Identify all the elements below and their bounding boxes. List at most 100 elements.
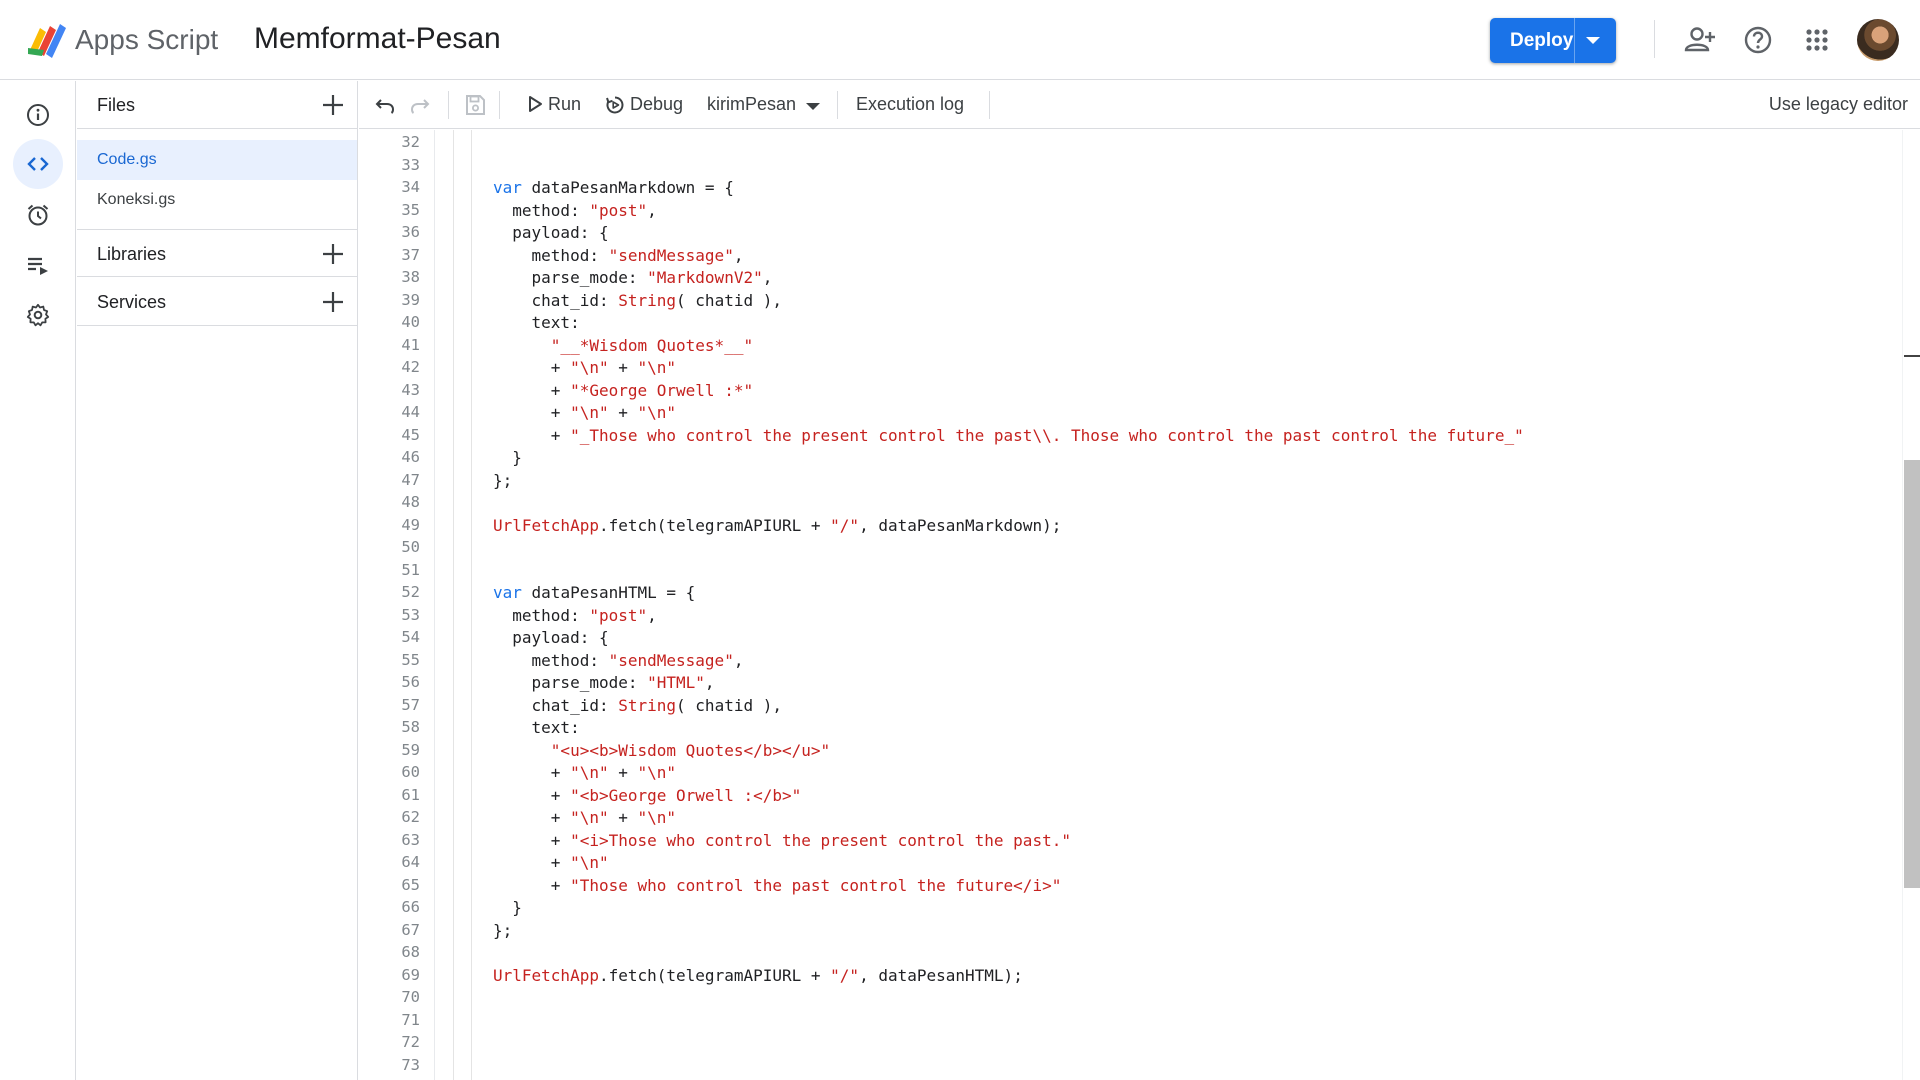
code-token: , — [647, 605, 657, 625]
code-token: var — [493, 583, 522, 602]
code-line[interactable]: + "\n" + "\n" — [493, 808, 676, 827]
code-token: + — [608, 808, 638, 827]
code-line[interactable]: }; — [493, 471, 512, 490]
code-line[interactable]: + "<b>George Orwell :</b>" — [493, 786, 801, 805]
code-token: , — [733, 245, 744, 265]
debug-button[interactable]: Debug — [605, 94, 701, 118]
code-line[interactable]: + "\n" + "\n" — [493, 403, 676, 422]
code-line[interactable]: text: — [493, 718, 580, 737]
project-title[interactable]: Memformat-Pesan — [254, 22, 501, 56]
use-legacy-editor-button[interactable]: Use legacy editor — [1769, 94, 1908, 115]
add-file-plus-icon[interactable] — [321, 93, 345, 117]
code-line[interactable]: method: "post", — [493, 606, 657, 625]
code-token: "\n" — [570, 763, 609, 782]
toolbar-divider — [448, 91, 449, 119]
rail-settings[interactable] — [13, 290, 63, 340]
code-token: + — [493, 763, 571, 782]
code-token: , — [733, 650, 744, 670]
code-line[interactable]: + "_Those who control the present contro… — [493, 426, 1524, 445]
code-token: "\n" — [637, 763, 677, 782]
code-line[interactable]: } — [493, 448, 522, 467]
file-item-koneksi-gs[interactable]: Koneksi.gs — [77, 180, 357, 220]
rail-triggers[interactable] — [13, 190, 63, 240]
code-line[interactable]: method: "sendMessage", — [493, 650, 744, 670]
code-line[interactable]: + "\n" + "\n" — [493, 763, 676, 782]
code-token: + — [493, 380, 571, 400]
apps-grid-icon[interactable] — [1799, 22, 1835, 58]
info-icon — [27, 104, 49, 126]
file-item-code-gs[interactable]: Code.gs — [77, 140, 357, 180]
run-button[interactable]: Run — [527, 94, 599, 118]
code-token: + — [493, 785, 571, 805]
deploy-divider — [1574, 18, 1575, 63]
function-select[interactable]: kirimPesan — [707, 94, 796, 115]
code-line[interactable]: UrlFetchApp.fetch(telegramAPIURL + "/", … — [493, 516, 1061, 535]
debug-icon — [606, 96, 624, 114]
code-token: .fetch(telegramAPIURL + — [598, 965, 831, 985]
code-token: , dataPesanMarkdown); — [859, 515, 1062, 535]
save-icon[interactable] — [463, 93, 487, 117]
code-token: + — [608, 358, 638, 377]
code-line[interactable]: + "\n" + "\n" — [493, 358, 676, 377]
help-icon[interactable] — [1740, 22, 1776, 58]
code-line[interactable]: text: — [493, 313, 580, 332]
file-name: Koneksi.gs — [97, 191, 176, 208]
add-person-icon[interactable] — [1681, 22, 1717, 58]
rail-overview[interactable] — [13, 90, 63, 140]
code-token: + — [493, 358, 571, 377]
add-library-plus-icon[interactable] — [321, 242, 345, 266]
code-line[interactable]: }; — [493, 921, 512, 940]
code-line[interactable]: + "<i>Those who control the present cont… — [493, 831, 1071, 850]
add-service-plus-icon[interactable] — [321, 290, 345, 314]
line-number: 63 — [401, 830, 420, 849]
code-editor[interactable]: 32 33 34 35 36 37 38 39 40 41 42 43 44 45 46 47 48 49 50 51… — [359, 130, 1920, 1080]
deploy-dropdown-icon[interactable] — [1586, 37, 1600, 44]
code-line[interactable]: var dataPesanHTML = { — [493, 583, 695, 602]
line-number: 61 — [401, 785, 420, 804]
code-token: .fetch(telegramAPIURL + — [598, 515, 831, 535]
toolbar-divider — [837, 91, 838, 119]
code-line[interactable]: payload: { — [493, 223, 608, 242]
app-name[interactable]: Apps Script — [75, 24, 218, 56]
code-line[interactable]: method: "post", — [493, 201, 657, 220]
code-token: chat_id: — [493, 290, 619, 310]
code-line[interactable]: chat_id: String( chatid ), — [493, 696, 782, 715]
execution-log-button[interactable]: Execution log — [856, 94, 964, 115]
code-token: "/" — [830, 965, 860, 985]
redo-icon[interactable] — [408, 93, 432, 117]
editor-scrollbar-thumb[interactable] — [1904, 460, 1920, 888]
code-line[interactable]: chat_id: String( chatid ), — [493, 291, 782, 310]
line-number: 55 — [401, 650, 420, 669]
code-line[interactable]: + "*George Orwell :*" — [493, 381, 753, 400]
scrollbar-marker — [1904, 355, 1920, 357]
code-token: method: — [493, 650, 609, 670]
avatar[interactable] — [1857, 19, 1899, 61]
line-number: 45 — [401, 425, 420, 444]
code-line[interactable]: var dataPesanMarkdown = { — [493, 178, 734, 197]
code-line[interactable]: parse_mode: "HTML", — [493, 673, 715, 692]
line-number: 50 — [401, 538, 420, 556]
apps-script-logo-icon[interactable] — [26, 20, 68, 58]
services-section-header: Services — [77, 278, 358, 326]
code-line[interactable]: } — [493, 898, 522, 917]
code-icon — [27, 157, 49, 171]
code-line[interactable]: payload: { — [493, 628, 608, 647]
code-line[interactable]: UrlFetchApp.fetch(telegramAPIURL + "/", … — [493, 966, 1023, 985]
code-token: "MarkdownV2" — [647, 268, 763, 287]
function-dropdown-icon[interactable] — [806, 103, 820, 110]
line-number: 38 — [401, 268, 420, 286]
code-token: "\n" — [637, 808, 677, 827]
deploy-button[interactable]: Deploy — [1490, 18, 1616, 63]
code-token: String — [618, 695, 677, 715]
line-number: 62 — [401, 808, 420, 826]
code-line[interactable]: + "\n" — [493, 853, 609, 872]
code-line[interactable]: method: "sendMessage", — [493, 245, 744, 265]
code-line[interactable]: "<u><b>Wisdom Quotes</b></u>" — [493, 741, 830, 760]
rail-executions[interactable] — [13, 240, 63, 290]
code-token: }; — [493, 470, 513, 490]
code-line[interactable]: + "Those who control the past control th… — [493, 876, 1062, 895]
code-line[interactable]: parse_mode: "MarkdownV2", — [493, 268, 773, 287]
rail-editor[interactable] — [13, 139, 63, 189]
undo-icon[interactable] — [373, 93, 397, 117]
code-line[interactable]: "__*Wisdom Quotes*__" — [493, 336, 753, 355]
